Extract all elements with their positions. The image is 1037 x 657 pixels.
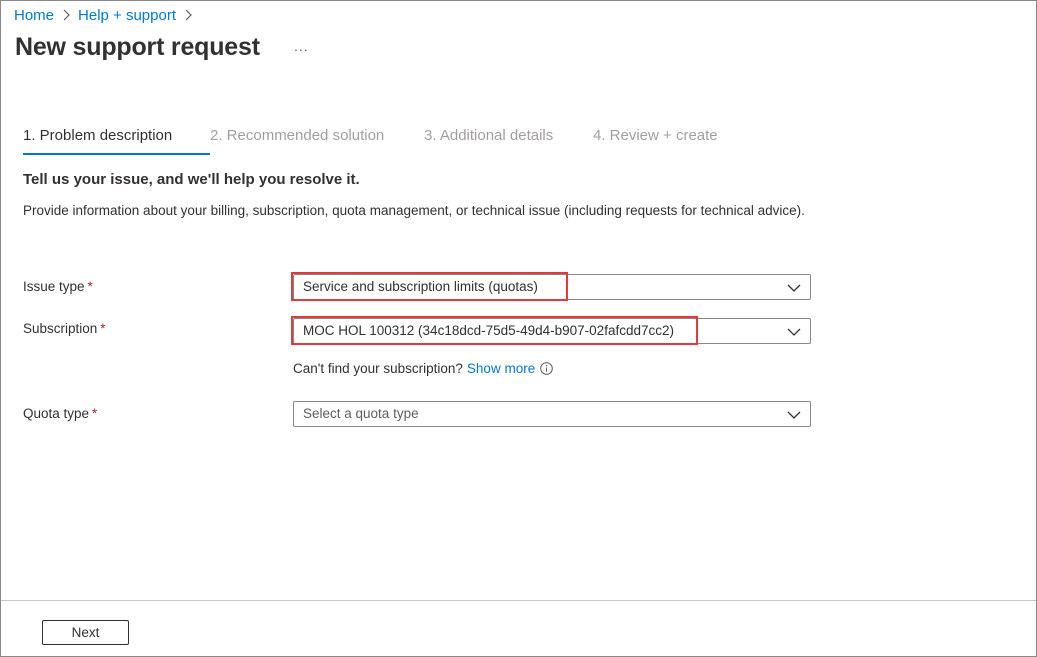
- issue-type-dropdown[interactable]: Service and subscription limits (quotas): [293, 274, 811, 300]
- required-marker: *: [100, 321, 106, 336]
- section-description: Provide information about your billing, …: [23, 203, 805, 218]
- tab-additional-details[interactable]: 3. Additional details: [424, 125, 593, 155]
- subscription-label-text: Subscription: [23, 321, 98, 336]
- quota-type-label: Quota type *: [23, 406, 97, 421]
- subscription-label: Subscription *: [23, 321, 106, 336]
- subscription-help: Can't find your subscription? Show more: [293, 361, 554, 376]
- tab-recommended-solution[interactable]: 2. Recommended solution: [210, 125, 424, 155]
- subscription-dropdown[interactable]: MOC HOL 100312 (34c18dcd-75d5-49d4-b907-…: [293, 318, 811, 344]
- quota-type-dropdown[interactable]: Select a quota type: [293, 401, 811, 427]
- chevron-right-icon: [62, 9, 70, 21]
- wizard-tabs: 1. Problem description 2. Recommended so…: [23, 125, 733, 155]
- chevron-down-icon: [787, 328, 801, 336]
- subscription-help-text: Can't find your subscription?: [293, 361, 463, 376]
- breadcrumb-home-link[interactable]: Home: [14, 7, 54, 24]
- issue-type-value: Service and subscription limits (quotas): [303, 279, 538, 294]
- required-marker: *: [87, 279, 93, 294]
- footer-divider: [1, 600, 1036, 601]
- breadcrumb: Home Help + support: [14, 5, 200, 25]
- subscription-value: MOC HOL 100312 (34c18dcd-75d5-49d4-b907-…: [303, 323, 674, 338]
- show-more-link[interactable]: Show more: [467, 361, 535, 376]
- page-title: New support request: [15, 33, 260, 61]
- quota-type-placeholder: Select a quota type: [303, 406, 419, 421]
- more-actions-button[interactable]: ...: [294, 38, 309, 54]
- chevron-down-icon: [787, 284, 801, 292]
- issue-type-label-text: Issue type: [23, 279, 85, 294]
- tab-review-create[interactable]: 4. Review + create: [593, 125, 733, 155]
- issue-type-label: Issue type *: [23, 279, 93, 294]
- breadcrumb-help-support-link[interactable]: Help + support: [78, 7, 176, 24]
- section-heading: Tell us your issue, and we'll help you r…: [23, 171, 360, 188]
- info-icon[interactable]: [540, 362, 554, 375]
- next-button[interactable]: Next: [42, 620, 129, 645]
- quota-type-label-text: Quota type: [23, 406, 90, 421]
- chevron-right-icon: [184, 9, 192, 21]
- chevron-down-icon: [787, 411, 801, 419]
- required-marker: *: [92, 406, 98, 421]
- tab-problem-description[interactable]: 1. Problem description: [23, 125, 210, 155]
